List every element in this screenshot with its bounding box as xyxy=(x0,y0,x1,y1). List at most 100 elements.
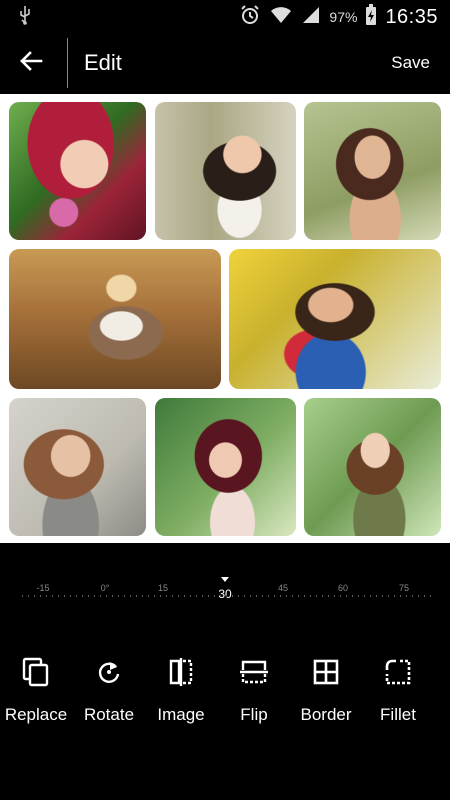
fillet-button[interactable]: Fillet xyxy=(358,655,438,725)
arrow-left-icon xyxy=(19,50,43,76)
photo-image xyxy=(304,398,441,536)
flip-vertical-icon xyxy=(237,655,271,689)
ruler-tick xyxy=(148,595,149,597)
ruler-tick xyxy=(346,595,347,597)
ruler-tick xyxy=(286,595,287,597)
collage-photo-7[interactable] xyxy=(155,398,296,536)
ruler-tick xyxy=(310,595,311,597)
ruler-tick xyxy=(220,595,221,597)
ruler-label: 15 xyxy=(157,583,169,593)
replace-icon xyxy=(19,655,53,689)
ruler-tick xyxy=(172,595,173,597)
photo-image xyxy=(229,249,441,389)
ruler-tick xyxy=(100,595,101,597)
tool-label: Image xyxy=(157,705,205,724)
ruler-tick xyxy=(178,595,179,597)
ruler-tick xyxy=(46,595,47,597)
collage-photo-1[interactable] xyxy=(9,102,146,240)
ruler-tick xyxy=(124,595,125,597)
ruler-tick xyxy=(370,595,371,597)
flip-button[interactable]: Flip xyxy=(214,655,294,725)
ruler-label: -15 xyxy=(36,583,50,593)
ruler-tick xyxy=(154,595,155,597)
replace-button[interactable]: Replace xyxy=(0,655,76,725)
ruler-tick xyxy=(430,595,431,597)
collage-photo-2[interactable] xyxy=(155,102,296,240)
border-icon xyxy=(309,655,343,689)
ruler-tick xyxy=(268,595,269,597)
ruler-tick xyxy=(364,595,365,597)
ruler-tick xyxy=(250,595,251,597)
ruler-tick xyxy=(130,595,131,597)
border-button[interactable]: Border xyxy=(286,655,366,725)
ruler-tick xyxy=(322,595,323,597)
ruler-tick xyxy=(280,595,281,597)
ruler-tick xyxy=(232,595,233,597)
ruler-tick xyxy=(52,595,53,597)
rotation-ruler[interactable]: -15 0° 15 45 60 75 30 xyxy=(0,543,450,643)
image-flip-button[interactable]: Image xyxy=(141,655,221,725)
ruler-tick xyxy=(412,595,413,597)
toolbar: Edit Save xyxy=(0,34,450,92)
page-title: Edit xyxy=(84,50,122,75)
photo-image xyxy=(155,102,296,240)
ruler-tick xyxy=(298,595,299,597)
tool-label: Border xyxy=(300,705,352,724)
photo-image xyxy=(155,398,296,536)
ruler-ticks[interactable] xyxy=(22,595,432,597)
ruler-tick xyxy=(424,595,425,597)
ruler-tick xyxy=(202,595,203,597)
ruler-tick xyxy=(292,595,293,597)
tool-label: Replace xyxy=(4,705,68,724)
ruler-tick xyxy=(274,595,275,597)
ruler-tick xyxy=(118,595,119,597)
ruler-label: 45 xyxy=(277,583,289,593)
photo-collage[interactable] xyxy=(0,94,450,543)
ruler-tick xyxy=(82,595,83,597)
photo-image xyxy=(304,102,441,240)
ruler-tick xyxy=(238,595,239,597)
ruler-tick xyxy=(196,595,197,597)
ruler-tick xyxy=(94,595,95,597)
ruler-tick xyxy=(334,595,335,597)
ruler-tick xyxy=(64,595,65,597)
ruler-indicator xyxy=(221,577,229,582)
collage-photo-5[interactable] xyxy=(229,249,441,389)
collage-photo-8[interactable] xyxy=(304,398,441,536)
save-button[interactable]: Save xyxy=(391,53,430,73)
ruler-tick xyxy=(358,595,359,597)
ruler-label: 60 xyxy=(337,583,349,593)
usb-icon xyxy=(18,5,32,30)
flip-image-icon xyxy=(164,655,198,689)
ruler-tick xyxy=(226,595,227,597)
battery-charging-icon xyxy=(365,3,377,31)
ruler-tick xyxy=(142,595,143,597)
photo-image xyxy=(9,398,146,536)
ruler-tick xyxy=(88,595,89,597)
collage-photo-6[interactable] xyxy=(9,398,146,536)
toolbar-divider xyxy=(67,38,68,88)
ruler-tick xyxy=(394,595,395,597)
status-bar: 97% 16:35 xyxy=(0,0,450,34)
ruler-tick xyxy=(58,595,59,597)
ruler-tick xyxy=(352,595,353,597)
ruler-tick xyxy=(190,595,191,597)
photo-image xyxy=(9,102,146,240)
ruler-tick xyxy=(40,595,41,597)
ruler-tick xyxy=(208,595,209,597)
ruler-tick xyxy=(304,595,305,597)
collage-photo-4[interactable] xyxy=(9,249,221,389)
back-button[interactable] xyxy=(12,46,50,80)
ruler-tick xyxy=(22,595,23,597)
wifi-icon xyxy=(269,5,293,30)
ruler-tick xyxy=(316,595,317,597)
ruler-tick xyxy=(400,595,401,597)
ruler-tick xyxy=(34,595,35,597)
rotate-icon xyxy=(92,655,126,689)
ruler-tick xyxy=(388,595,389,597)
signal-icon xyxy=(301,5,321,30)
rotate-button[interactable]: Rotate xyxy=(69,655,149,725)
tool-label: Rotate xyxy=(83,705,135,724)
ruler-label: 0° xyxy=(100,583,110,593)
collage-photo-3[interactable] xyxy=(304,102,441,240)
